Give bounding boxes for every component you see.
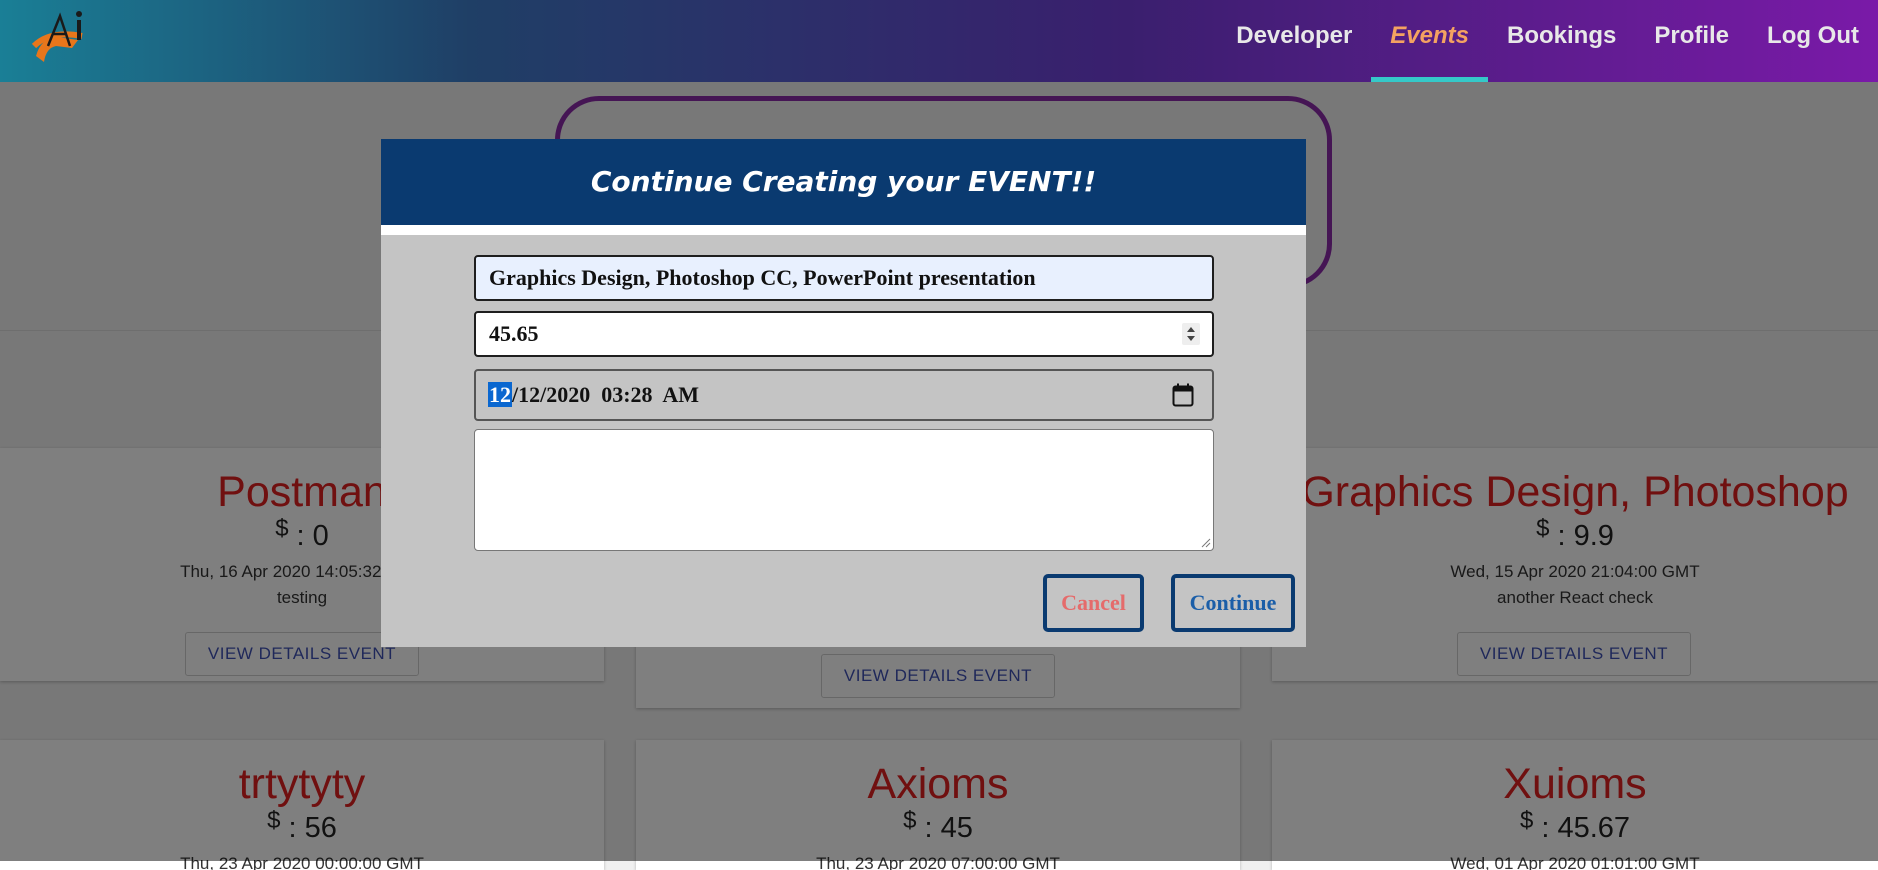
nav-bookings[interactable]: Bookings — [1488, 0, 1635, 82]
modal-header: Continue Creating your EVENT!! — [381, 139, 1306, 225]
description-textarea[interactable] — [474, 429, 1214, 551]
date-month-segment[interactable]: 12 — [488, 382, 512, 407]
continue-button[interactable]: Continue — [1171, 574, 1295, 632]
datetime-input[interactable]: 12/12/2020 03:28 AM — [474, 369, 1214, 421]
cancel-button[interactable]: Cancel — [1043, 574, 1144, 632]
nav-events[interactable]: Events — [1371, 0, 1488, 82]
top-navbar: Developer Events Bookings Profile Log Ou… — [0, 0, 1878, 82]
date-rest: /12/2020 03:28 AM — [512, 382, 699, 407]
resize-handle-icon[interactable] — [1201, 538, 1211, 548]
modal-title: Continue Creating your EVENT!! — [590, 165, 1097, 198]
modal-divider — [381, 225, 1306, 235]
nav-developer[interactable]: Developer — [1217, 0, 1371, 82]
calendar-icon[interactable] — [1172, 383, 1194, 407]
price-value: 45.65 — [489, 321, 539, 346]
nav-profile[interactable]: Profile — [1635, 0, 1748, 82]
number-spinner-icon[interactable] — [1182, 323, 1200, 345]
skills-input[interactable]: Graphics Design, Photoshop CC, PowerPoin… — [474, 255, 1214, 301]
price-input[interactable]: 45.65 — [474, 311, 1214, 357]
create-event-modal: Continue Creating your EVENT!! Graphics … — [381, 139, 1306, 647]
ai-logo[interactable] — [22, 6, 102, 76]
nav-links: Developer Events Bookings Profile Log Ou… — [1217, 0, 1878, 82]
nav-logout[interactable]: Log Out — [1748, 0, 1878, 82]
